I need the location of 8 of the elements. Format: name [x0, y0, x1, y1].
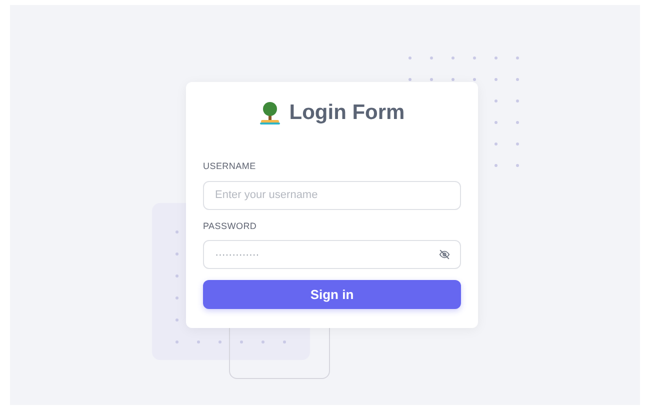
- sign-in-button[interactable]: Sign in: [203, 280, 461, 309]
- form-title: Login Form: [289, 100, 405, 126]
- tree-icon: [259, 101, 282, 125]
- field-label: USERNAME: [203, 160, 257, 173]
- username-field[interactable]: Enter your username: [203, 180, 461, 210]
- password-field[interactable]: ·············: [203, 240, 461, 269]
- eye-off-icon[interactable]: [439, 249, 450, 260]
- field-label: PASSWORD: [203, 220, 258, 232]
